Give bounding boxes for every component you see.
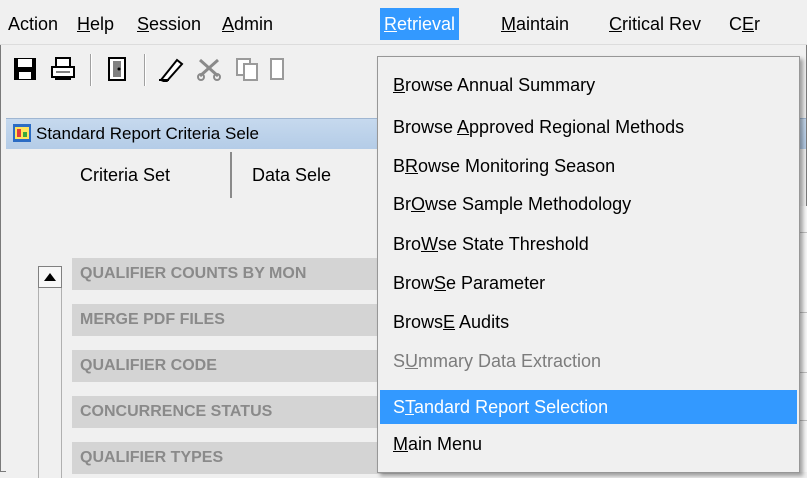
menu-admin[interactable]: Admin	[218, 8, 277, 40]
menu-action[interactable]: Action	[4, 8, 62, 40]
copy-icon	[232, 54, 262, 84]
menubar: Action Help Session Admin Retrieval Main…	[0, 0, 807, 45]
window-title: Standard Report Criteria Sele	[36, 124, 260, 143]
list-item[interactable]: MERGE PDF FILES	[72, 304, 410, 337]
list-item[interactable]: CONCURRENCE STATUS	[72, 396, 410, 429]
menu-item-main-menu[interactable]: Main Menu	[380, 427, 797, 461]
toolbar-separator	[144, 54, 145, 86]
menu-item-browse-approved-regional-methods[interactable]: Browse Approved Regional Methods	[380, 110, 797, 144]
edit-icon[interactable]	[156, 54, 186, 84]
paste-icon	[262, 54, 292, 84]
list-item[interactable]: QUALIFIER COUNTS BY MON	[72, 258, 410, 291]
menu-session[interactable]: Session	[133, 8, 205, 40]
exit-icon[interactable]	[102, 54, 132, 84]
menu-item-browse-monitoring-season[interactable]: BRowse Monitoring Season	[380, 149, 797, 183]
save-icon[interactable]	[10, 54, 40, 84]
scroll-up-arrow-icon[interactable]	[38, 266, 62, 288]
menu-cer[interactable]: CEr	[725, 8, 764, 40]
menu-item-standard-report-selection[interactable]: STandard Report Selection	[380, 390, 797, 424]
print-icon[interactable]	[48, 54, 78, 84]
menu-retrieval[interactable]: Retrieval	[380, 8, 460, 40]
list-item[interactable]: QUALIFIER TYPES	[72, 442, 410, 475]
menu-item-browse-audits[interactable]: BrowsE Audits	[380, 305, 797, 339]
list-item[interactable]: QUALIFIER CODE	[72, 350, 410, 383]
retrieval-dropdown-menu: Browse Annual Summary Browse Approved Re…	[377, 56, 800, 473]
tab-criteria-set[interactable]: Criteria Set	[20, 152, 232, 198]
menu-help[interactable]: Help	[73, 8, 118, 40]
menu-item-summary-data-extraction: SUmmary Data Extraction	[393, 351, 602, 371]
cut-icon	[194, 54, 224, 84]
menu-item-browse-parameter[interactable]: BrowSe Parameter	[380, 266, 797, 300]
menu-item-browse-state-threshold[interactable]: BroWse State Threshold	[380, 227, 797, 261]
menu-item-browse-annual-summary[interactable]: Browse Annual Summary	[380, 68, 797, 102]
menu-item-browse-sample-methodology[interactable]: BrOwse Sample Methodology	[380, 187, 797, 221]
toolbar-separator	[90, 54, 91, 86]
menu-maintain[interactable]: Maintain	[497, 8, 573, 40]
report-window-icon	[12, 123, 32, 143]
scrollbar-track[interactable]	[38, 288, 62, 478]
menu-critical-rev[interactable]: Critical Rev	[605, 8, 705, 40]
